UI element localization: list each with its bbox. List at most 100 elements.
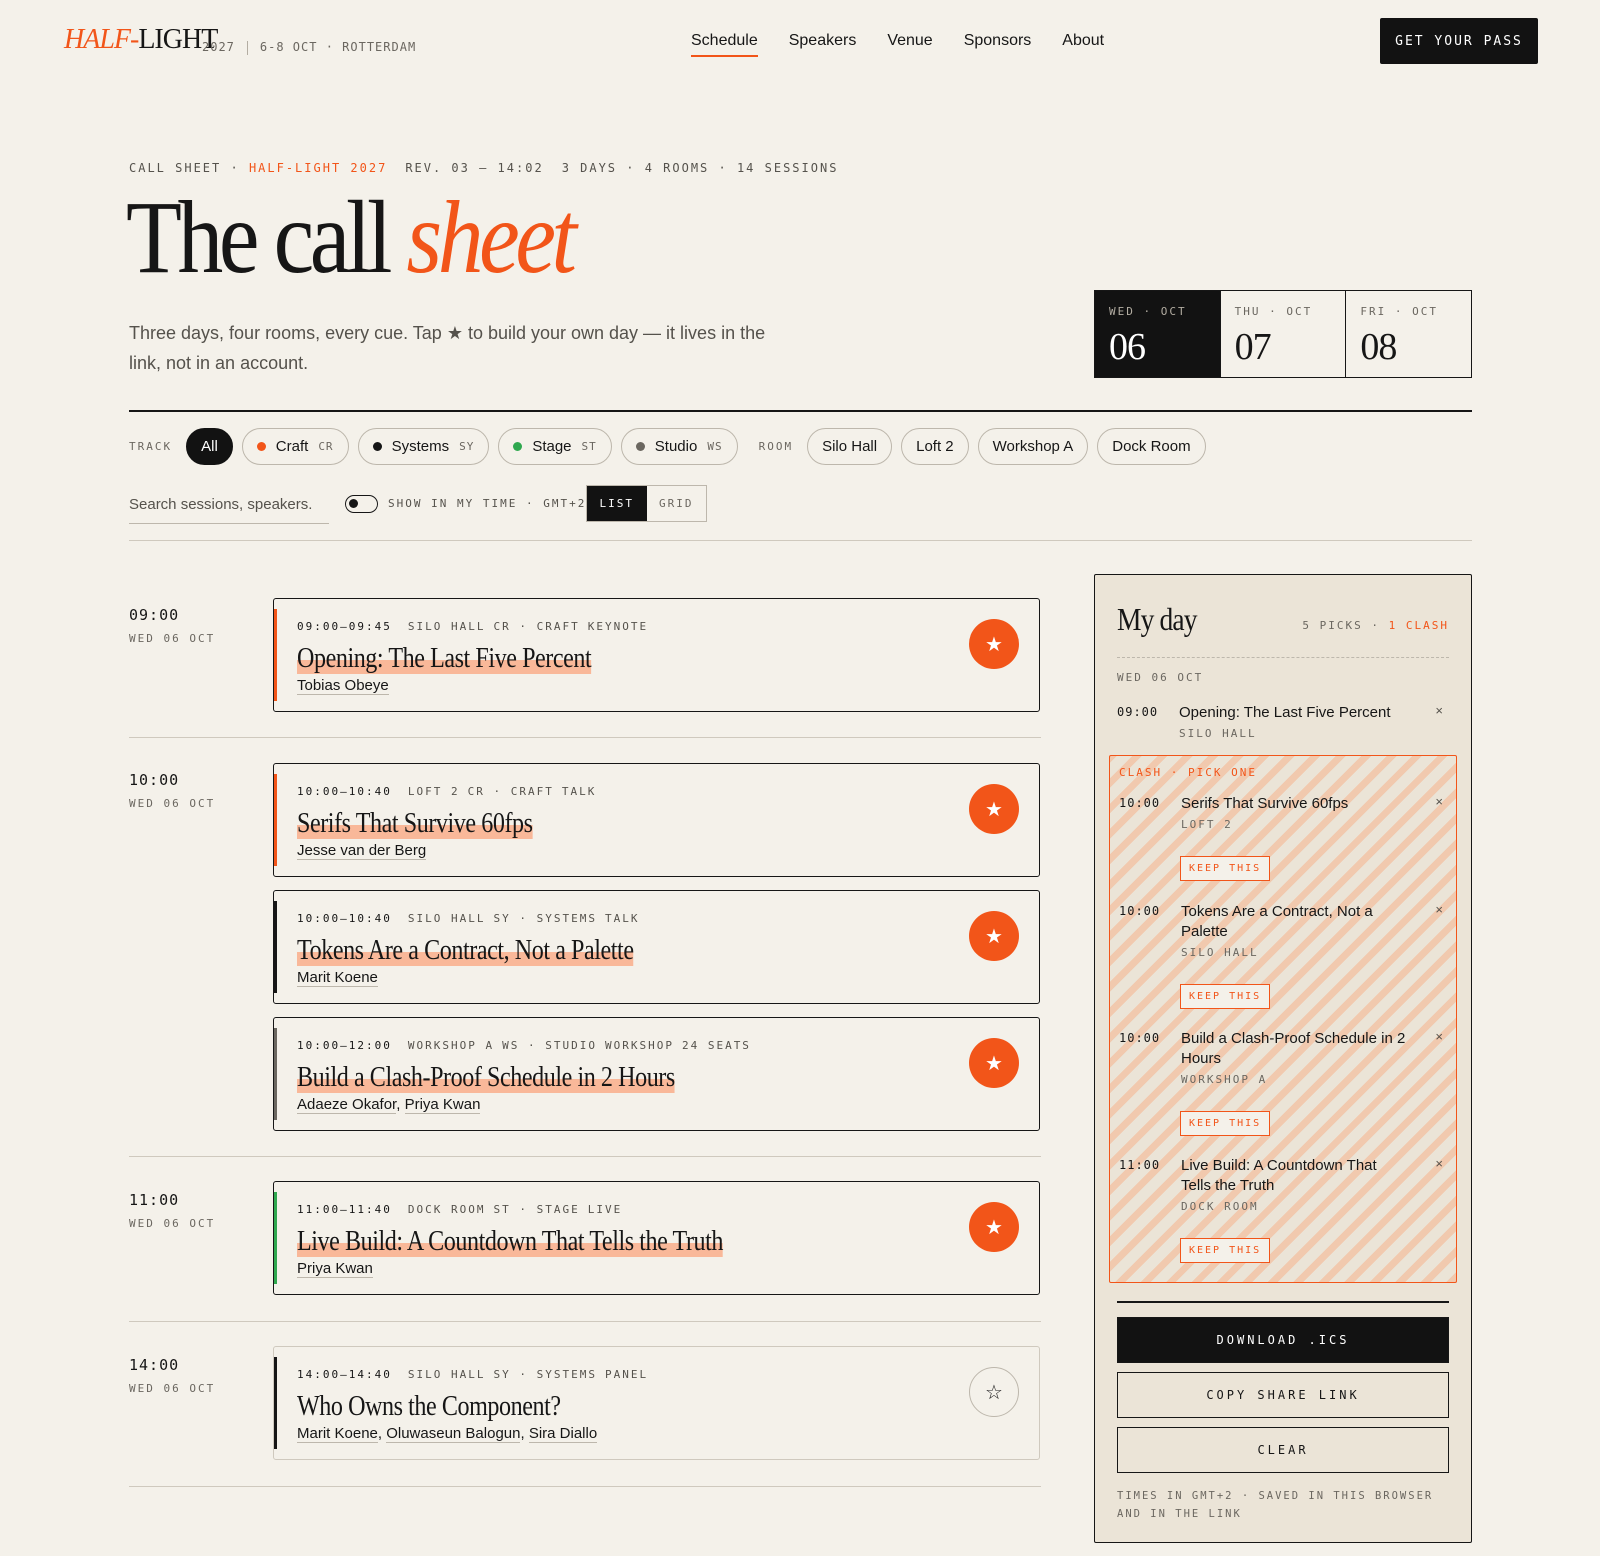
main-nav: Schedule Speakers Venue Sponsors About: [691, 32, 1104, 57]
brand-meta: 2027 6-8 OCT · ROTTERDAM: [202, 40, 417, 55]
copy-share-link-button[interactable]: COPY SHARE LINK: [1117, 1372, 1449, 1418]
divider: [129, 410, 1472, 412]
remove-pick-icon[interactable]: ×: [1435, 902, 1443, 917]
time-slot-label: 10:00 WED 06 OCT: [129, 771, 216, 810]
keep-this-button[interactable]: KEEP THIS: [1180, 1238, 1271, 1263]
speaker-link[interactable]: Adaeze Okafor: [297, 1096, 397, 1114]
session-title[interactable]: Serifs That Survive 60fps: [297, 808, 533, 840]
download-ics-button[interactable]: DOWNLOAD .ICS: [1117, 1317, 1449, 1363]
divider: [1117, 1301, 1449, 1303]
clash-group: CLASH · PICK ONE 10:00 Serifs That Surviv…: [1109, 755, 1457, 1283]
get-pass-button[interactable]: GET YOUR PASS: [1380, 18, 1538, 64]
nav-sponsors[interactable]: Sponsors: [964, 32, 1032, 57]
session-title[interactable]: Who Owns the Component?: [297, 1391, 561, 1423]
page-eyebrow: CALL SHEET · HALF-LIGHT 2027 REV. 03 — 14…: [129, 161, 839, 175]
view-grid-button[interactable]: GRID: [647, 486, 707, 521]
session-title[interactable]: Live Build: A Countdown That Tells the T…: [297, 1226, 723, 1258]
speaker-link[interactable]: Priya Kwan: [297, 1260, 373, 1278]
star-icon[interactable]: ★: [969, 784, 1019, 834]
speaker-link[interactable]: Marit Koene: [297, 1425, 378, 1443]
session-card[interactable]: 10:00–10:40 SILO HALL SY · SYSTEMS TALK Toke…: [273, 890, 1040, 1004]
keep-this-button[interactable]: KEEP THIS: [1180, 856, 1271, 881]
top-bar: HALF-LIGHT 2027 6-8 OCT · ROTTERDAM Sched…: [0, 0, 1600, 84]
star-icon[interactable]: ★: [969, 619, 1019, 669]
day-picker: WED · OCT 06 THU · OCT 07 FRI · OCT 08: [1094, 290, 1472, 378]
session-meta: 11:00–11:40 DOCK ROOM ST · STAGE LIVE: [297, 1203, 623, 1216]
session-meta: 14:00–14:40 SILO HALL SY · SYSTEMS PANEL: [297, 1368, 649, 1381]
clear-button[interactable]: CLEAR: [1117, 1427, 1449, 1473]
track-chip-studio[interactable]: Studio WS: [620, 428, 738, 465]
view-list-button[interactable]: LIST: [587, 486, 647, 521]
remove-pick-icon[interactable]: ×: [1435, 1029, 1443, 1044]
time-slot-label: 09:00 WED 06 OCT: [129, 606, 216, 645]
session-speakers: Marit Koene, Oluwaseun Balogun, Sira Dia…: [297, 1425, 598, 1443]
track-chip-systems[interactable]: Systems SY: [357, 428, 490, 465]
nav-schedule[interactable]: Schedule: [691, 32, 758, 57]
day-tab-07[interactable]: THU · OCT 07: [1219, 291, 1346, 377]
session-card[interactable]: 11:00–11:40 DOCK ROOM ST · STAGE LIVE Live B…: [273, 1181, 1040, 1295]
session-speakers: Jesse van der Berg: [297, 842, 427, 860]
local-time-toggle[interactable]: [345, 495, 378, 513]
session-title[interactable]: Opening: The Last Five Percent: [297, 643, 592, 675]
clash-label: CLASH · PICK ONE: [1119, 766, 1257, 779]
session-speakers: Adaeze Okafor, Priya Kwan: [297, 1096, 481, 1114]
search-input[interactable]: Search sessions, speakers.: [129, 489, 329, 524]
keep-this-button[interactable]: KEEP THIS: [1180, 984, 1271, 1009]
speaker-link[interactable]: Jesse van der Berg: [297, 842, 427, 860]
star-icon[interactable]: ★: [969, 911, 1019, 961]
room-chip-silo-hall[interactable]: Silo Hall: [807, 428, 893, 465]
speaker-link[interactable]: Tobias Obeye: [297, 677, 389, 695]
my-day-date: WED 06 OCT: [1117, 671, 1204, 684]
divider: [129, 540, 1472, 541]
session-card[interactable]: 09:00–09:45 SILO HALL CR · CRAFT KEYNOTE Ope…: [273, 598, 1040, 712]
star-icon[interactable]: ★: [969, 1038, 1019, 1088]
track-color-bar: [274, 1357, 277, 1449]
session-card[interactable]: 10:00–12:00 WORKSHOP A WS · STUDIO WORKSHOP…: [273, 1017, 1040, 1131]
room-label: ROOM: [758, 440, 794, 453]
time-slot-label: 11:00 WED 06 OCT: [129, 1191, 216, 1230]
speaker-link[interactable]: Oluwaseun Balogun: [386, 1425, 521, 1443]
filter-row: TRACK All Craft CR Systems SY Stage ST Stud…: [129, 428, 1215, 465]
remove-pick-icon[interactable]: ×: [1435, 703, 1443, 718]
my-day-title: My day: [1117, 601, 1198, 637]
my-day-footnote: TIMES IN GMT+2 · SAVED IN THIS BROWSER A…: [1117, 1490, 1434, 1520]
room-chip-dock-room[interactable]: Dock Room: [1097, 428, 1206, 465]
remove-pick-icon[interactable]: ×: [1435, 794, 1443, 809]
track-chip-craft[interactable]: Craft CR: [241, 428, 349, 465]
time-slot-label: 14:00 WED 06 OCT: [129, 1356, 216, 1395]
session-title[interactable]: Build a Clash-Proof Schedule in 2 Hours: [297, 1062, 675, 1094]
day-tab-06[interactable]: WED · OCT 06: [1095, 291, 1220, 377]
slot-divider: [129, 1156, 1041, 1157]
room-chip-loft-2[interactable]: Loft 2: [901, 428, 969, 465]
speaker-link[interactable]: Priya Kwan: [404, 1096, 481, 1114]
day-tab-08[interactable]: FRI · OCT 08: [1345, 291, 1471, 377]
slot-divider: [129, 1486, 1041, 1487]
speaker-link[interactable]: Marit Koene: [297, 969, 378, 987]
nav-about[interactable]: About: [1062, 32, 1104, 57]
studio-dot-icon: [635, 442, 645, 451]
speaker-link[interactable]: Sira Diallo: [528, 1425, 598, 1443]
star-icon[interactable]: ☆: [969, 1367, 1019, 1417]
room-chip-workshop-a[interactable]: Workshop A: [977, 428, 1089, 465]
session-card[interactable]: 10:00–10:40 LOFT 2 CR · CRAFT TALK Serifs Th…: [273, 763, 1040, 877]
star-icon[interactable]: ★: [969, 1202, 1019, 1252]
track-color-bar: [274, 609, 277, 701]
brand-logo[interactable]: HALF-LIGHT: [64, 24, 218, 56]
page-subtitle: Three days, four rooms, every cue. Tap ★…: [129, 323, 766, 373]
remove-pick-icon[interactable]: ×: [1435, 1156, 1443, 1171]
session-meta: 10:00–12:00 WORKSHOP A WS · STUDIO WORKSHOP…: [297, 1039, 751, 1052]
view-switch: LIST GRID: [586, 485, 707, 522]
session-meta: 09:00–09:45 SILO HALL CR · CRAFT KEYNOTE: [297, 620, 649, 633]
session-card[interactable]: 14:00–14:40 SILO HALL SY · SYSTEMS PANEL Who…: [273, 1346, 1040, 1460]
nav-venue[interactable]: Venue: [887, 32, 932, 57]
keep-this-button[interactable]: KEEP THIS: [1180, 1111, 1271, 1136]
track-chip-stage[interactable]: Stage ST: [498, 428, 612, 465]
local-time-label: SHOW IN MY TIME · GMT+2: [388, 497, 587, 510]
session-meta: 10:00–10:40 SILO HALL SY · SYSTEMS TALK: [297, 912, 640, 925]
slot-divider: [129, 1321, 1041, 1322]
session-title[interactable]: Tokens Are a Contract, Not a Palette: [297, 935, 634, 967]
track-chip-all[interactable]: All: [186, 428, 233, 465]
systems-dot-icon: [372, 442, 382, 451]
nav-speakers[interactable]: Speakers: [789, 32, 857, 57]
track-color-bar: [274, 774, 277, 866]
